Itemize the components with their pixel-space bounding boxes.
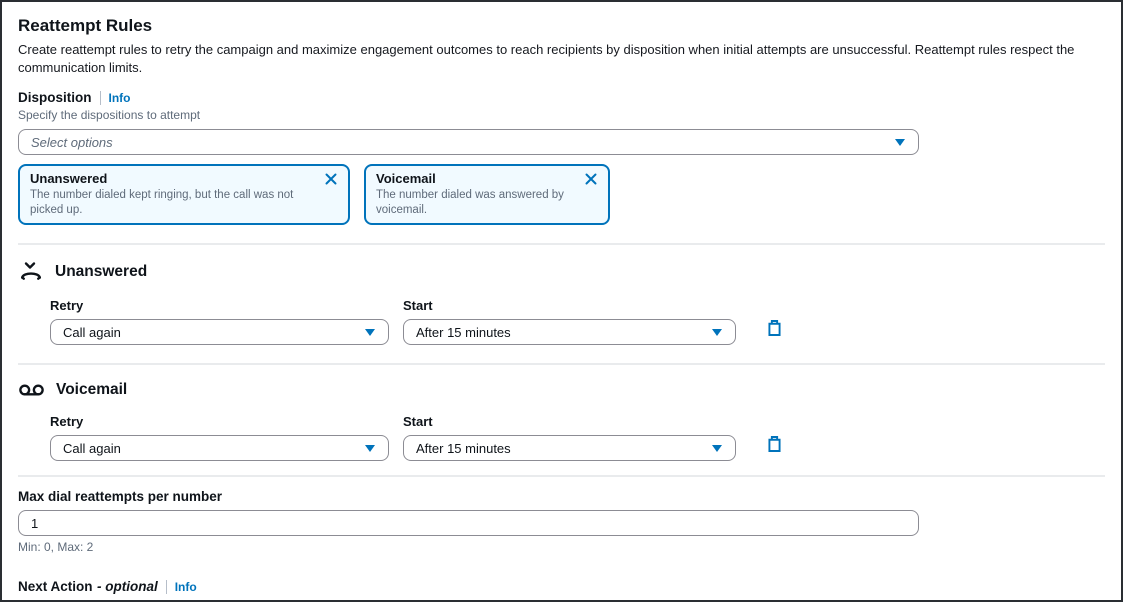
start-select[interactable]: After 15 minutes bbox=[403, 319, 736, 345]
retry-select-value: Call again bbox=[63, 325, 121, 340]
token-voicemail: Voicemail The number dialed was answered… bbox=[364, 164, 610, 225]
reattempt-rules-panel: Reattempt Rules Create reattempt rules t… bbox=[0, 0, 1123, 602]
start-select-value: After 15 minutes bbox=[416, 441, 511, 456]
page-description: Create reattempt rules to retry the camp… bbox=[18, 41, 1105, 77]
disposition-select-placeholder: Select options bbox=[31, 135, 113, 150]
retry-label: Retry bbox=[50, 414, 389, 429]
start-select-value: After 15 minutes bbox=[416, 325, 511, 340]
retry-label: Retry bbox=[50, 298, 389, 313]
section-divider bbox=[18, 243, 1105, 245]
token-label: Unanswered bbox=[30, 170, 308, 187]
next-action-helper-text: Choose what the system does if retries o… bbox=[18, 598, 1105, 602]
retry-select-value: Call again bbox=[63, 441, 121, 456]
disposition-token-group: Unanswered The number dialed kept ringin… bbox=[18, 164, 1105, 225]
retry-select[interactable]: Call again bbox=[50, 435, 389, 461]
chevron-down-icon bbox=[894, 137, 906, 147]
next-action-optional-suffix: - optional bbox=[97, 579, 158, 594]
section-divider bbox=[18, 363, 1105, 365]
delete-rule-button[interactable] bbox=[764, 433, 785, 458]
label-separator bbox=[100, 91, 101, 105]
page-title: Reattempt Rules bbox=[18, 14, 1105, 38]
chevron-down-icon bbox=[711, 443, 723, 453]
delete-rule-button[interactable] bbox=[764, 317, 785, 342]
next-action-label: Next Action bbox=[18, 579, 93, 594]
retry-select[interactable]: Call again bbox=[50, 319, 389, 345]
token-unanswered: Unanswered The number dialed kept ringin… bbox=[18, 164, 350, 225]
trash-icon bbox=[766, 319, 783, 340]
trash-icon bbox=[766, 435, 783, 456]
token-label: Voicemail bbox=[376, 170, 568, 187]
section-title-unanswered: Unanswered bbox=[55, 263, 147, 281]
max-reattempts-constraint: Min: 0, Max: 2 bbox=[18, 540, 1105, 554]
disposition-label: Disposition bbox=[18, 90, 92, 105]
chevron-down-icon bbox=[364, 327, 376, 337]
token-description: The number dialed was answered by voicem… bbox=[376, 188, 568, 218]
start-select[interactable]: After 15 minutes bbox=[403, 435, 736, 461]
start-label: Start bbox=[403, 414, 736, 429]
disposition-multiselect[interactable]: Select options bbox=[18, 129, 919, 155]
chevron-down-icon bbox=[364, 443, 376, 453]
max-reattempts-input[interactable] bbox=[18, 510, 919, 536]
disposition-helper-text: Specify the dispositions to attempt bbox=[18, 107, 1105, 123]
disposition-info-link[interactable]: Info bbox=[109, 91, 131, 105]
next-action-info-link[interactable]: Info bbox=[175, 580, 197, 594]
section-divider bbox=[18, 475, 1105, 477]
close-icon[interactable] bbox=[324, 172, 338, 186]
missed-call-icon bbox=[18, 260, 44, 284]
close-icon[interactable] bbox=[584, 172, 598, 186]
section-title-voicemail: Voicemail bbox=[56, 381, 127, 399]
label-separator bbox=[166, 580, 167, 594]
voicemail-icon bbox=[18, 380, 45, 400]
start-label: Start bbox=[403, 298, 736, 313]
token-description: The number dialed kept ringing, but the … bbox=[30, 188, 308, 218]
chevron-down-icon bbox=[711, 327, 723, 337]
max-reattempts-label: Max dial reattempts per number bbox=[18, 489, 222, 504]
